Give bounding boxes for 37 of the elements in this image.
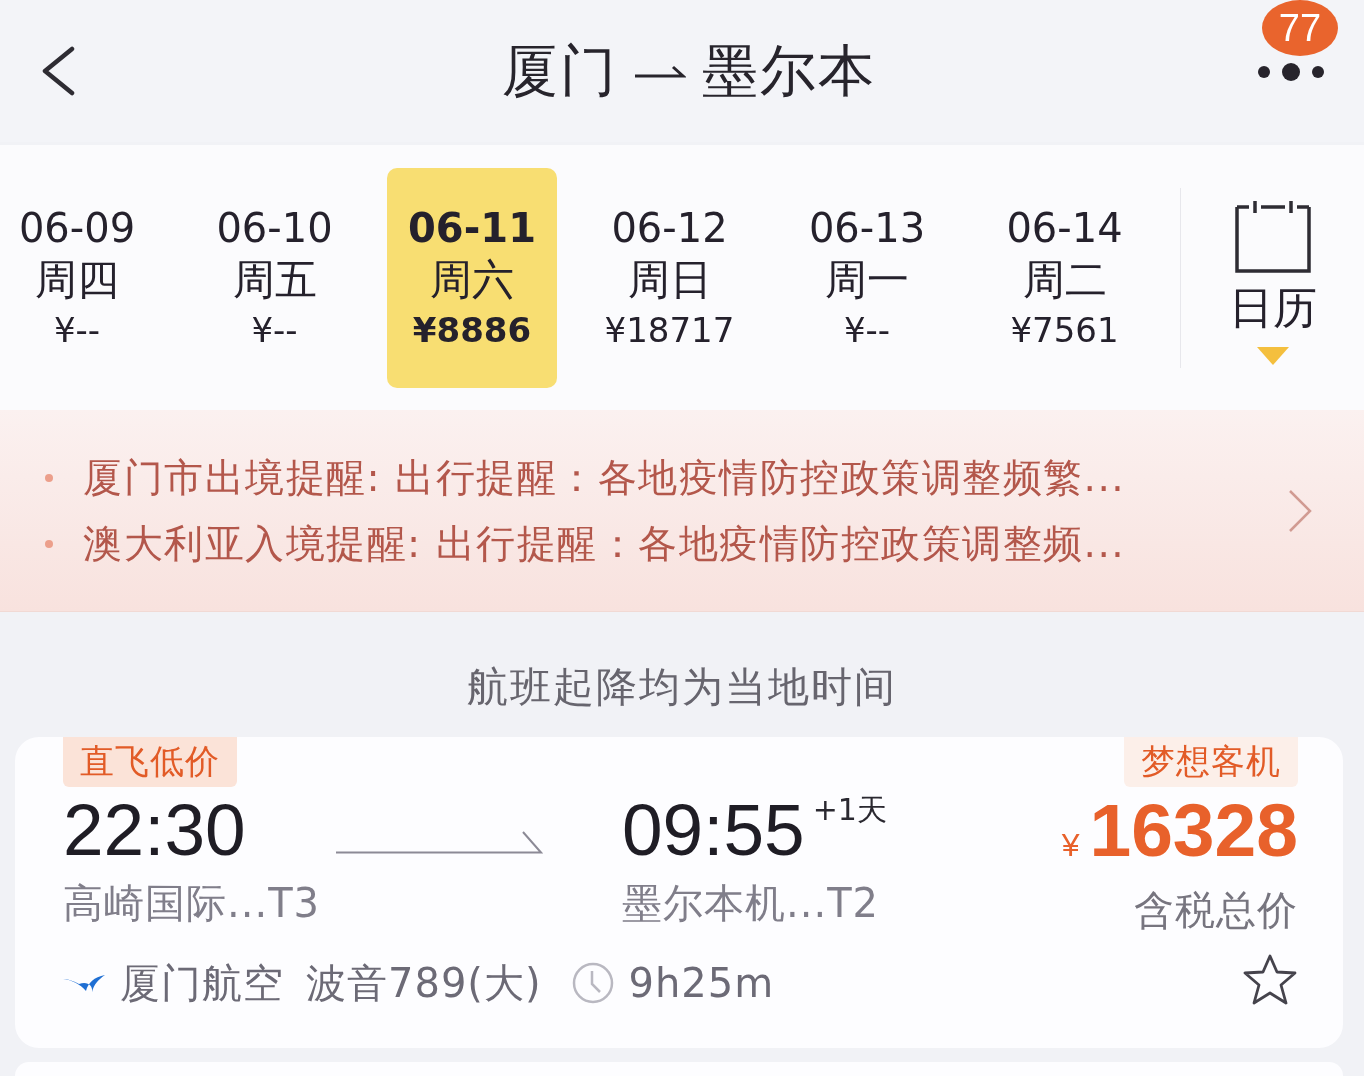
date-tab[interactable]: 06-13 周一 ¥-- bbox=[790, 167, 944, 388]
chevron-right-icon bbox=[1288, 488, 1312, 533]
departure-time: 22:30 bbox=[63, 790, 246, 870]
destination-title: 墨尔本 bbox=[702, 37, 876, 105]
day-offset: +1天 bbox=[812, 792, 887, 828]
arrival-time: 09:55 bbox=[622, 790, 805, 870]
calendar-button[interactable]: 日历 bbox=[1181, 198, 1364, 365]
date-tab[interactable]: 06-09 周四 ¥-- bbox=[0, 167, 154, 388]
date-tab[interactable]: 06-10 周五 ¥-- bbox=[197, 167, 352, 388]
arrival-airport: 墨尔本机...T2 bbox=[622, 879, 880, 928]
date-tab[interactable]: 06-12 周日 ¥18717 bbox=[592, 167, 747, 388]
notice-text: 厦门市出境提醒: 出行提醒：各地疫情防控政策调整频繁... bbox=[83, 454, 1126, 501]
aircraft-tag: 梦想客机 bbox=[1124, 737, 1298, 787]
notice-banner[interactable]: 厦门市出境提醒: 出行提醒：各地疫情防控政策调整频繁... 澳大利亚入境提醒: 出行提醒：各地疫情防控政策调整频... bbox=[0, 410, 1364, 612]
aircraft-type: 波音789(大) bbox=[306, 959, 542, 1008]
notification-badge: 77 bbox=[1262, 0, 1338, 56]
origin-title: 厦门 bbox=[502, 37, 618, 105]
star-icon[interactable] bbox=[1242, 953, 1298, 1005]
bullet-icon bbox=[45, 539, 53, 548]
date-tab[interactable]: 06-14 周二 ¥7561 bbox=[987, 167, 1142, 388]
note-text: 航班起降均为当地时间 bbox=[467, 662, 897, 713]
clock-icon bbox=[571, 962, 614, 1004]
airline-name: 厦门航空 bbox=[120, 959, 284, 1008]
departure-airport: 高崎国际...T3 bbox=[63, 879, 321, 928]
swoosh-logo-icon bbox=[63, 972, 105, 994]
back-icon[interactable] bbox=[40, 46, 76, 96]
date-tab[interactable]: 06-11 周六 ¥8886 bbox=[387, 167, 557, 388]
price-note: 含税总价 bbox=[1134, 886, 1298, 935]
more-icon[interactable] bbox=[1258, 63, 1324, 81]
notice-text: 澳大利亚入境提醒: 出行提醒：各地疫情防控政策调整频... bbox=[83, 520, 1126, 567]
calendar-icon bbox=[1234, 198, 1311, 273]
currency-symbol: ¥ bbox=[1061, 827, 1080, 864]
flight-price: 16328 bbox=[1089, 790, 1298, 870]
caret-icon bbox=[1256, 346, 1289, 365]
flight-duration: 9h25m bbox=[628, 959, 775, 1008]
route-tag: 直飞低价 bbox=[63, 737, 237, 787]
bullet-icon bbox=[45, 473, 53, 482]
